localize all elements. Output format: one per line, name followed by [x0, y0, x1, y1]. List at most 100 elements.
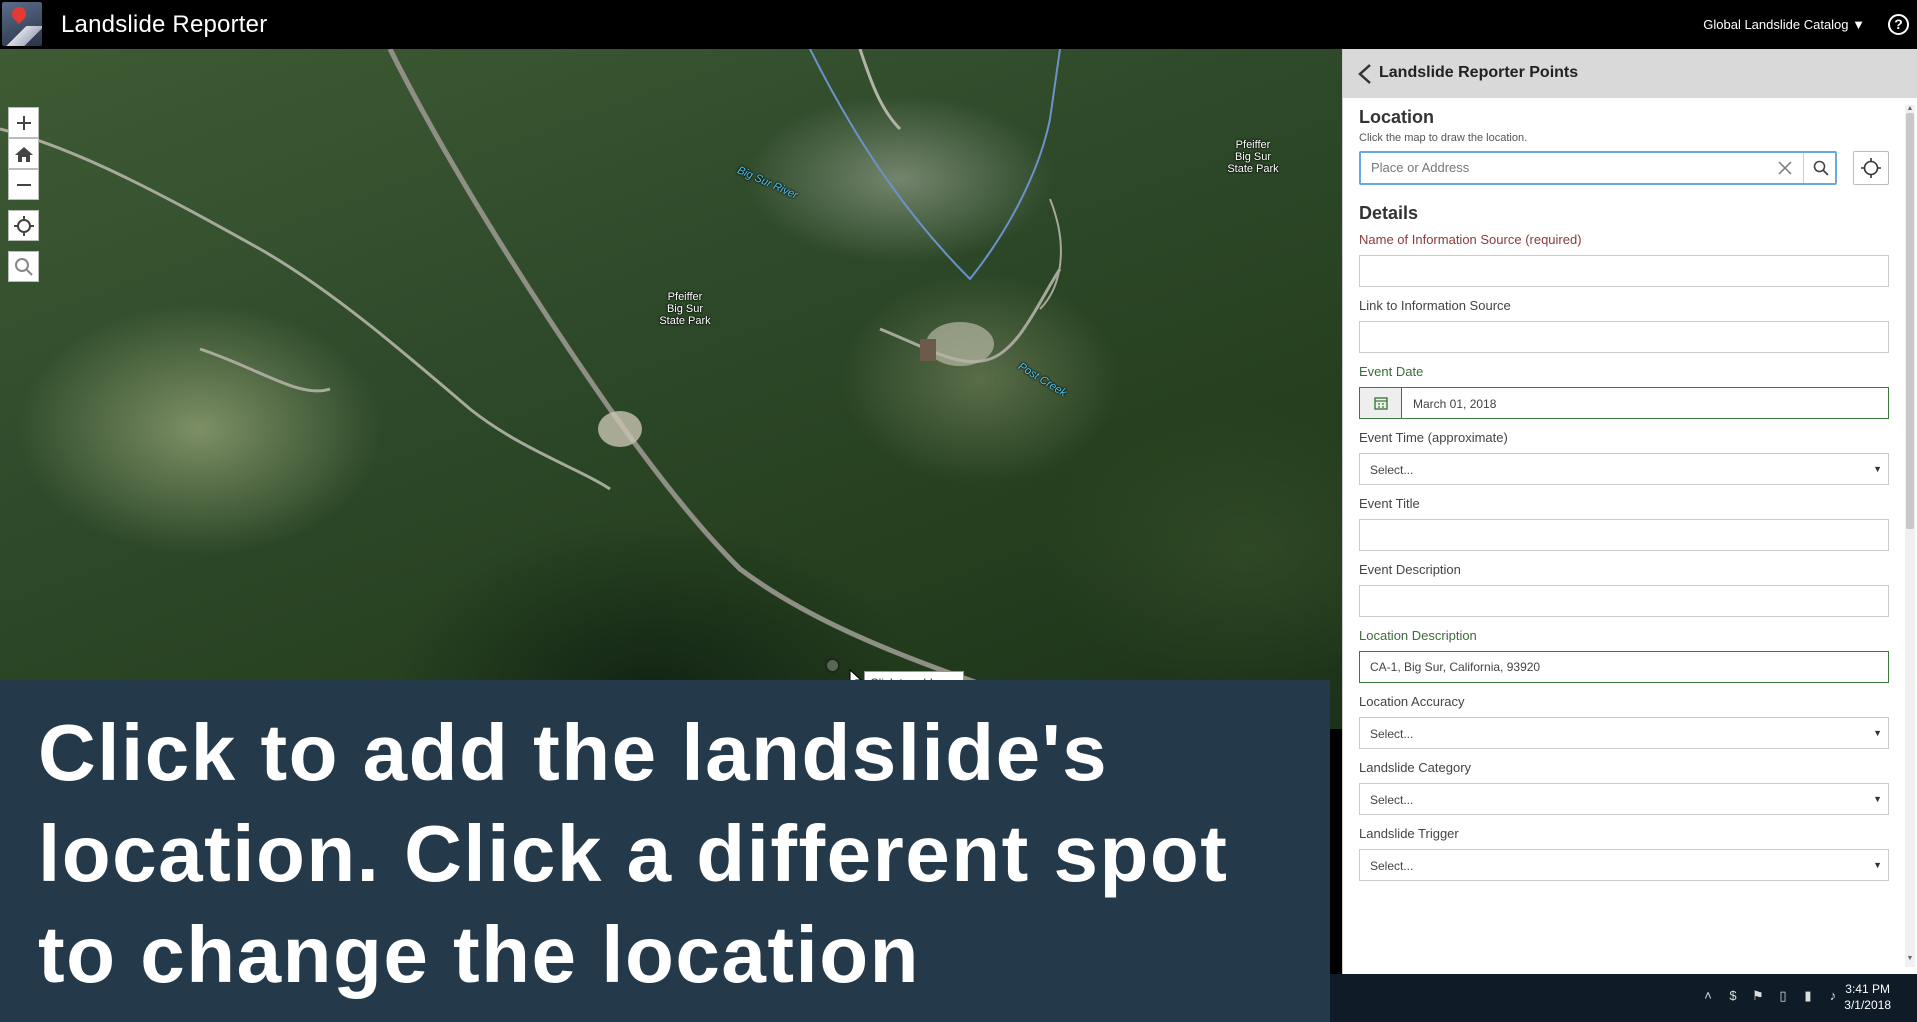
location-section-title: Location [1359, 107, 1434, 127]
side-road-left [0, 127, 611, 491]
report-panel: Landslide Reporter Points Location Click… [1342, 49, 1917, 974]
field-event-time: Event Time (approximate) Select... ▼ [1359, 430, 1889, 485]
tutorial-caption: Click to add the landslide's location. C… [0, 680, 1330, 1022]
zoom-out-icon [16, 183, 31, 186]
info-source-link-input[interactable] [1370, 330, 1870, 344]
info-source-name-input[interactable] [1370, 264, 1870, 278]
crosshair-icon [1861, 158, 1881, 178]
event-title-input[interactable] [1370, 528, 1870, 542]
field-event-date: Event Date March 01, 2018 [1359, 364, 1889, 419]
side-road-loop [1039, 198, 1062, 310]
panel-body: Location Click the map to draw the locat… [1359, 107, 1889, 881]
highway-road [387, 49, 976, 685]
location-search-input[interactable] [1371, 160, 1771, 175]
map-features [0, 49, 1062, 685]
clearing [598, 411, 642, 447]
field-label: Event Date [1359, 364, 1424, 379]
select-value: Select... [1370, 463, 1414, 477]
location-description-input[interactable] [1370, 660, 1870, 674]
app-header: Landslide Reporter Global Landslide Cata… [0, 0, 1917, 49]
system-taskbar: ˄ $ ⚑ ▯ ▮ ♪ 3:41 PM 3/1/2018 [1330, 974, 1917, 1022]
field-location-description: Location Description [1359, 628, 1889, 683]
volume-icon[interactable]: ♪ [1825, 988, 1841, 1004]
map-toolbar [8, 107, 39, 282]
home-button[interactable] [8, 138, 39, 169]
side-road-top [858, 49, 902, 131]
close-icon[interactable] [1777, 160, 1793, 176]
chevron-left-icon [1358, 64, 1371, 84]
clearing-buildings [926, 322, 994, 366]
chevron-down-icon: ▼ [1873, 794, 1882, 804]
catalog-dropdown[interactable]: Global Landslide Catalog ▼ [1703, 17, 1865, 32]
panel-header: Landslide Reporter Points [1343, 49, 1917, 98]
field-label: Link to Information Source [1359, 298, 1511, 313]
landslide-trigger-select[interactable]: Select... ▼ [1359, 849, 1889, 881]
zoom-in-icon [16, 115, 31, 130]
field-landslide-category: Landslide Category Select... ▼ [1359, 760, 1889, 815]
field-label: Landslide Trigger [1359, 826, 1459, 841]
home-icon [14, 146, 33, 162]
field-event-title: Event Title [1359, 496, 1889, 551]
field-label: Location Description [1359, 628, 1477, 643]
field-landslide-trigger: Landslide Trigger Select... ▼ [1359, 826, 1889, 881]
scroll-down-arrow[interactable]: ▼ [1906, 955, 1914, 962]
event-time-select[interactable]: Select... ▼ [1359, 453, 1889, 485]
panel-scroll-thumb[interactable] [1906, 113, 1914, 529]
map-label-park-right: Pfeiffer Big Sur State Park [1227, 139, 1279, 175]
building [920, 339, 936, 361]
panel-title: Landslide Reporter Points [1379, 64, 1579, 81]
taskbar-clock[interactable]: 3:41 PM 3/1/2018 [1844, 981, 1891, 1013]
search-icon [14, 257, 33, 276]
location-search-row [1359, 151, 1889, 185]
locate-button[interactable] [8, 210, 39, 241]
battery-icon[interactable]: ▯ [1775, 988, 1791, 1004]
chevron-down-icon: ▼ [1873, 860, 1882, 870]
field-label: Event Title [1359, 496, 1420, 511]
event-date-picker[interactable]: March 01, 2018 [1359, 387, 1889, 419]
select-value: Select... [1370, 859, 1414, 873]
chevron-down-icon: ▼ [1873, 464, 1882, 474]
app-title: Landslide Reporter [61, 11, 268, 38]
calendar-icon[interactable] [1360, 388, 1402, 418]
details-section-title: Details [1359, 203, 1419, 223]
field-info-source-name: Name of Information Source (required) [1359, 232, 1889, 287]
field-label: Location Accuracy [1359, 694, 1465, 709]
zoom-in-button[interactable] [8, 107, 39, 138]
event-title-input-box [1359, 519, 1889, 551]
map-view[interactable]: Pfeiffer Big Sur State Park Pfeiffer Big… [0, 49, 1342, 729]
side-road-small [199, 347, 331, 393]
field-label: Name of Information Source (required) [1359, 232, 1582, 247]
select-value: Select... [1370, 793, 1414, 807]
use-my-location-button[interactable] [1853, 151, 1889, 185]
field-label: Event Description [1359, 562, 1461, 577]
location-search-box [1359, 151, 1837, 185]
back-button[interactable] [1355, 63, 1375, 85]
chevron-up-icon[interactable]: ˄ [1700, 988, 1716, 1004]
field-label: Landslide Category [1359, 760, 1472, 775]
zoom-out-button[interactable] [8, 169, 39, 200]
event-description-input-box [1359, 585, 1889, 617]
clock-date: 3/1/2018 [1844, 998, 1891, 1012]
dollar-icon[interactable]: $ [1725, 988, 1741, 1004]
event-description-input[interactable] [1370, 594, 1870, 608]
field-info-source-link: Link to Information Source [1359, 298, 1889, 353]
select-value: Select... [1370, 727, 1414, 741]
event-date-value: March 01, 2018 [1413, 397, 1497, 411]
scroll-up-arrow[interactable]: ▲ [1906, 105, 1914, 112]
clock-time: 3:41 PM [1845, 982, 1890, 996]
app-logo [2, 2, 42, 46]
search-icon [1813, 160, 1829, 176]
location-accuracy-select[interactable]: Select... ▼ [1359, 717, 1889, 749]
flag-icon[interactable]: ⚑ [1750, 988, 1766, 1004]
map-search-button[interactable] [8, 251, 39, 282]
help-icon[interactable]: ? [1888, 14, 1909, 35]
info-source-name-input-box [1359, 255, 1889, 287]
info-source-link-input-box [1359, 321, 1889, 353]
draw-point-marker [825, 658, 840, 673]
signal-icon[interactable]: ▮ [1800, 988, 1816, 1004]
location-search-button[interactable] [1803, 153, 1837, 183]
chevron-down-icon: ▼ [1873, 728, 1882, 738]
landslide-category-select[interactable]: Select... ▼ [1359, 783, 1889, 815]
locate-icon [13, 215, 34, 236]
system-tray: ˄ $ ⚑ ▯ ▮ ♪ [1700, 988, 1841, 1004]
